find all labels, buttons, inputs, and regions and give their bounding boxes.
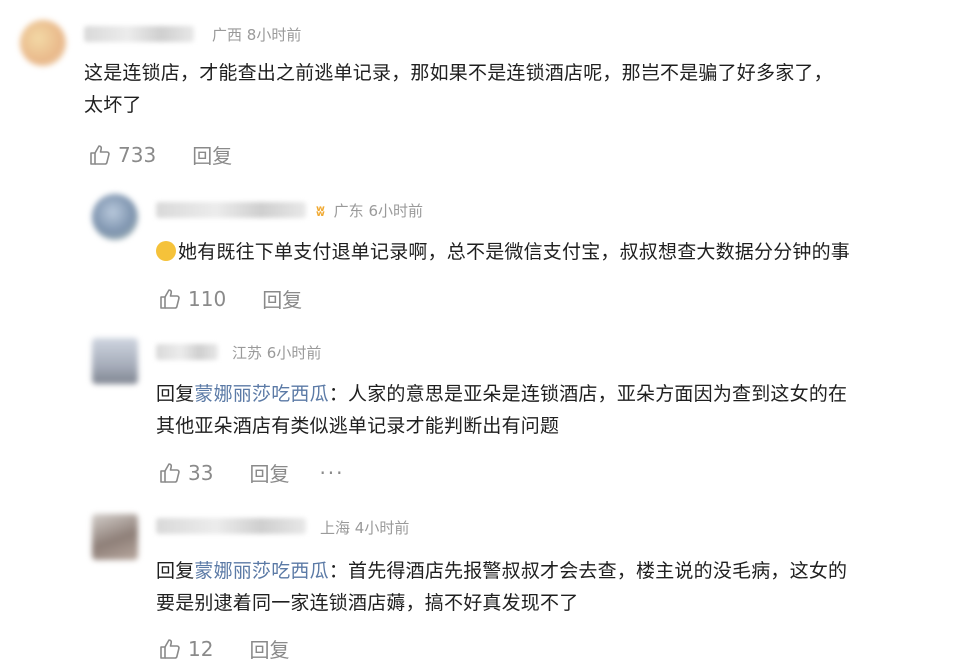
reply-button[interactable]: 回复: [249, 458, 289, 487]
reply-to-username[interactable]: 蒙娜丽莎吃西瓜: [194, 560, 328, 582]
comment-text-content: ：首先得酒店先报警叔叔才会去查，楼主说的没毛病，这女的: [328, 560, 848, 582]
like-button[interactable]: 110: [158, 287, 226, 311]
reply-button[interactable]: 回复: [249, 634, 289, 663]
reply-button[interactable]: 回复: [192, 140, 232, 169]
thumbs-up-icon: [160, 462, 180, 483]
comment-text-line: 回复蒙娜丽莎吃西瓜：人家的意思是亚朵是连锁酒店，亚朵方面因为查到这女的在: [156, 378, 966, 410]
comment-text-line: 这是连锁店，才能查出之前逃单记录，那如果不是连锁酒店呢，那岂不是骗了好多家了，: [84, 62, 833, 84]
avatar[interactable]: [92, 194, 138, 240]
username-blurred[interactable]: [156, 518, 306, 534]
reply-prefix: 回复: [156, 383, 195, 405]
like-count: 733: [118, 142, 157, 167]
comment-actions: 110 回复: [158, 284, 302, 313]
comment-4: 上海 4小时前 回复蒙娜丽莎吃西瓜：首先得酒店先报警叔叔才会去查，楼主说的没毛病…: [0, 500, 975, 662]
reply-prefix: 回复: [156, 560, 195, 582]
like-count: 33: [188, 460, 214, 485]
comment-meta: 上海 4小时前: [320, 517, 409, 538]
comment-text-line: 回复蒙娜丽莎吃西瓜：首先得酒店先报警叔叔才会去查，楼主说的没毛病，这女的: [156, 555, 966, 587]
reply-to-username[interactable]: 蒙娜丽莎吃西瓜: [194, 383, 328, 405]
comment-text: 回复蒙娜丽莎吃西瓜：人家的意思是亚朵是连锁酒店，亚朵方面因为查到这女的在 其他亚…: [156, 378, 966, 442]
vip-badge-icon: ʬ: [316, 202, 325, 220]
comment-meta: 江苏 6小时前: [232, 342, 321, 363]
thumbs-up-icon: [160, 288, 180, 309]
timestamp: 4小时前: [354, 519, 410, 537]
comment-actions: 33 回复 ···: [158, 458, 345, 487]
thumbs-up-icon: [90, 144, 110, 165]
comment-text-content: 她有既往下单支付退单记录啊，总不是微信支付宝，叔叔想查大数据分分钟的事: [178, 241, 851, 263]
comment-2: ʬ 广东 6小时前 她有既往下单支付退单记录啊，总不是微信支付宝，叔叔想查大数据…: [0, 180, 975, 320]
comment-text-line: 其他亚朵酒店有类似逃单记录才能判断出有问题: [156, 415, 560, 437]
location: 广西: [212, 26, 243, 44]
avatar[interactable]: [20, 20, 66, 66]
avatar[interactable]: [92, 514, 138, 560]
thumbs-up-icon: [160, 638, 180, 659]
comment-text: 她有既往下单支付退单记录啊，总不是微信支付宝，叔叔想查大数据分分钟的事: [156, 236, 966, 268]
comment-text: 这是连锁店，才能查出之前逃单记录，那如果不是连锁酒店呢，那岂不是骗了好多家了， …: [84, 57, 964, 121]
username-blurred[interactable]: [156, 202, 306, 218]
username-blurred[interactable]: [156, 344, 218, 360]
comment-meta: ʬ 广东 6小时前: [312, 200, 423, 221]
like-button[interactable]: 733: [88, 143, 156, 167]
comment-text-line: 要是别逮着同一家连锁酒店薅，搞不好真发现不了: [156, 592, 579, 614]
like-count: 110: [188, 286, 227, 311]
comment-1: 广西 8小时前 这是连锁店，才能查出之前逃单记录，那如果不是连锁酒店呢，那岂不是…: [0, 0, 975, 180]
like-count: 12: [188, 636, 214, 661]
comment-text-content: ：人家的意思是亚朵是连锁酒店，亚朵方面因为查到这女的在: [328, 383, 848, 405]
timestamp: 8小时前: [246, 26, 302, 44]
comment-actions: 733 回复: [88, 140, 232, 169]
timestamp: 6小时前: [266, 344, 322, 362]
comment-text-line: 太坏了: [84, 94, 142, 116]
comment-text-line: 她有既往下单支付退单记录啊，总不是微信支付宝，叔叔想查大数据分分钟的事: [156, 236, 966, 268]
location: 江苏: [232, 344, 263, 362]
timestamp: 6小时前: [368, 202, 423, 220]
reply-button[interactable]: 回复: [262, 284, 302, 313]
comment-3: 江苏 6小时前 回复蒙娜丽莎吃西瓜：人家的意思是亚朵是连锁酒店，亚朵方面因为查到…: [0, 320, 975, 500]
emoji-icon: [156, 241, 176, 261]
comment-text: 回复蒙娜丽莎吃西瓜：首先得酒店先报警叔叔才会去查，楼主说的没毛病，这女的 要是别…: [156, 555, 966, 619]
location: 上海: [320, 519, 351, 537]
more-options-button[interactable]: ···: [319, 461, 344, 485]
username-blurred[interactable]: [84, 26, 194, 42]
location: 广东: [333, 202, 364, 220]
comment-actions: 12 回复: [158, 634, 289, 663]
avatar[interactable]: [92, 338, 138, 384]
like-button[interactable]: 33: [158, 461, 213, 485]
comment-meta: 广西 8小时前: [212, 24, 301, 45]
like-button[interactable]: 12: [158, 637, 213, 661]
